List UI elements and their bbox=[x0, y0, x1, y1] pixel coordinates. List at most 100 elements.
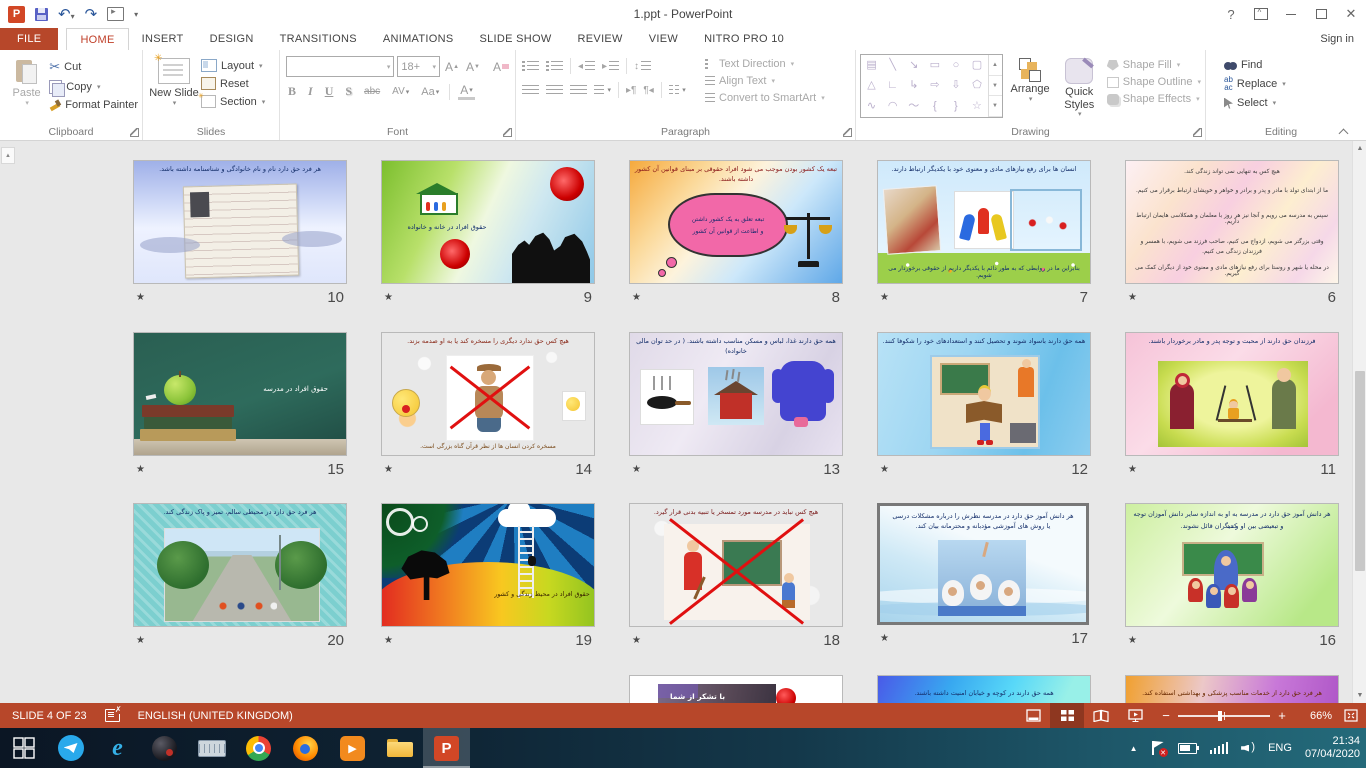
slide-thumbnail-19[interactable]: حقوق افراد در محیط زندگی و کشور bbox=[381, 503, 595, 627]
transition-star-icon[interactable]: ★ bbox=[632, 464, 641, 475]
align-text-button[interactable]: Align Text▾ bbox=[705, 75, 825, 87]
new-slide-button[interactable]: New Slide▾ bbox=[147, 54, 201, 122]
replace-button[interactable]: abacReplace▾ bbox=[1224, 76, 1352, 92]
tab-animations[interactable]: ANIMATIONS bbox=[370, 28, 467, 50]
paste-button[interactable]: Paste▾ bbox=[4, 54, 49, 122]
customize-qat-icon[interactable]: ▾ bbox=[134, 10, 138, 19]
select-button[interactable]: Select▾ bbox=[1224, 97, 1352, 109]
tab-nitro-pro[interactable]: NITRO PRO 10 bbox=[691, 28, 797, 50]
network-signal-icon[interactable] bbox=[1210, 742, 1229, 754]
slide-thumbnail-9[interactable]: حقوق افراد در خانه و خانواده bbox=[381, 160, 595, 284]
left-scroll-arrow[interactable]: ▲ bbox=[1, 147, 15, 164]
taskbar-firefox-icon[interactable] bbox=[282, 728, 329, 768]
section-button[interactable]: Section▾ bbox=[201, 95, 265, 108]
underline-button[interactable]: U bbox=[323, 84, 336, 99]
start-button[interactable] bbox=[0, 728, 47, 768]
action-center-flag-icon[interactable] bbox=[1151, 741, 1165, 755]
tab-file[interactable]: FILE bbox=[0, 28, 58, 50]
slide-thumbnail-6[interactable]: هیچ کس به تنهایی نمی تواند زندگی کند. ما… bbox=[1125, 160, 1339, 284]
taskbar-chrome-icon[interactable] bbox=[235, 728, 282, 768]
slide-thumbnail-18[interactable]: هیچ کس نباید در مدرسه مورد تمسخر یا تنبی… bbox=[629, 503, 843, 627]
layout-button[interactable]: Layout▾ bbox=[201, 59, 265, 72]
zoom-slider[interactable] bbox=[1178, 715, 1270, 717]
clipboard-dialog-launcher-icon[interactable] bbox=[130, 128, 139, 137]
find-button[interactable]: Find bbox=[1224, 59, 1352, 71]
strikethrough-button[interactable]: abc bbox=[362, 86, 382, 97]
shapes-scroll-down-icon[interactable]: ▼ bbox=[989, 76, 1002, 97]
transition-star-icon[interactable]: ★ bbox=[632, 292, 641, 303]
increase-font-size-button[interactable]: A▲ bbox=[443, 60, 461, 74]
taskbar-telegram-icon[interactable] bbox=[47, 728, 94, 768]
right-to-left-icon[interactable]: ¶◂ bbox=[643, 85, 653, 96]
bullets-icon[interactable] bbox=[522, 60, 539, 72]
tab-slide-show[interactable]: SLIDE SHOW bbox=[466, 28, 564, 50]
bold-button[interactable]: B bbox=[286, 84, 298, 99]
convert-to-smartart-button[interactable]: Convert to SmartArt▾ bbox=[705, 92, 825, 104]
transition-star-icon[interactable]: ★ bbox=[384, 464, 393, 475]
increase-indent-icon[interactable]: ▸ bbox=[602, 60, 619, 72]
tab-view[interactable]: VIEW bbox=[636, 28, 691, 50]
text-shadow-button[interactable]: S bbox=[343, 84, 354, 99]
slide-thumbnail-11[interactable]: فرزندان حق دارند از محبت و توجه پدر و ما… bbox=[1125, 332, 1339, 456]
taskbar-file-explorer-icon[interactable] bbox=[376, 728, 423, 768]
tab-review[interactable]: REVIEW bbox=[565, 28, 636, 50]
slide-thumbnail-17[interactable]: هر دانش آموز حق دارد در مدرسه نظرش را در… bbox=[877, 503, 1089, 625]
transition-star-icon[interactable]: ★ bbox=[880, 633, 889, 644]
shapes-gallery[interactable]: ▤╲↘▭○▢ △∟↳⇨⇩⬠ ∿◠～{}☆ ▲ ▼ ▼ bbox=[860, 54, 1003, 118]
tab-design[interactable]: DESIGN bbox=[197, 28, 267, 50]
start-from-beginning-icon[interactable] bbox=[107, 7, 124, 21]
fit-slide-to-window-button[interactable] bbox=[1336, 703, 1366, 728]
transition-star-icon[interactable]: ★ bbox=[632, 635, 641, 646]
slide-thumbnail-12[interactable]: همه حق دارند باسواد شوند و تحصیل کنند و … bbox=[877, 332, 1091, 456]
powerpoint-logo-icon[interactable]: P bbox=[8, 6, 25, 23]
language-indicator[interactable]: ENGLISH (UNITED KINGDOM) bbox=[138, 710, 293, 722]
numbering-icon[interactable] bbox=[546, 60, 563, 72]
transition-star-icon[interactable]: ★ bbox=[384, 635, 393, 646]
spell-check-icon[interactable] bbox=[105, 709, 120, 722]
justify-icon[interactable]: ▾ bbox=[594, 84, 611, 96]
tray-clock[interactable]: 21:34 07/04/2020 bbox=[1305, 735, 1360, 761]
zoom-in-icon[interactable]: + bbox=[1276, 708, 1288, 723]
tray-language-indicator[interactable]: ENG bbox=[1268, 742, 1292, 754]
shape-effects-button[interactable]: Shape Effects▾ bbox=[1107, 93, 1201, 105]
transition-star-icon[interactable]: ★ bbox=[136, 635, 145, 646]
slide-thumbnail-8[interactable]: تبعه یک کشور بودن موجب می شود افراد حقوق… bbox=[629, 160, 843, 284]
slide-thumbnail-16[interactable]: هر دانش آموز حق دارد در مدرسه به او به ا… bbox=[1125, 503, 1339, 627]
align-right-icon[interactable] bbox=[570, 84, 587, 96]
cut-button[interactable]: ✂Cut bbox=[49, 59, 138, 75]
left-to-right-icon[interactable]: ▸¶ bbox=[626, 85, 636, 96]
transition-star-icon[interactable]: ★ bbox=[1128, 292, 1137, 303]
transition-star-icon[interactable]: ★ bbox=[1128, 635, 1137, 646]
sign-in-link[interactable]: Sign in bbox=[1320, 28, 1354, 50]
battery-icon[interactable] bbox=[1178, 743, 1197, 754]
speaker-icon[interactable] bbox=[1241, 742, 1255, 755]
decrease-indent-icon[interactable]: ◂ bbox=[578, 60, 595, 72]
slide-thumbnail-10[interactable]: هر فرد حق دارد نام و نام خانوادگی و شناس… bbox=[133, 160, 347, 284]
vertical-scrollbar[interactable]: ▲ ▼ bbox=[1352, 141, 1366, 703]
character-spacing-button[interactable]: AV▾ bbox=[390, 86, 411, 97]
shapes-scroll-up-icon[interactable]: ▲ bbox=[989, 55, 1002, 76]
drawing-dialog-launcher-icon[interactable] bbox=[1193, 128, 1202, 137]
slide-sorter-view-button[interactable] bbox=[1050, 703, 1084, 728]
tab-transitions[interactable]: TRANSITIONS bbox=[267, 28, 370, 50]
font-dialog-launcher-icon[interactable] bbox=[503, 128, 512, 137]
slide-thumbnail-15[interactable]: حقوق افراد در مدرسه bbox=[133, 332, 347, 456]
scrollbar-up-icon[interactable]: ▲ bbox=[1353, 141, 1366, 156]
arrange-button[interactable]: Arrange▾ bbox=[1009, 54, 1052, 122]
collapse-ribbon-icon[interactable] bbox=[1339, 127, 1348, 136]
shape-outline-button[interactable]: Shape Outline▾ bbox=[1107, 76, 1201, 88]
taskbar-internet-explorer-icon[interactable]: e bbox=[94, 728, 141, 768]
reset-button[interactable]: Reset bbox=[201, 77, 265, 90]
quick-styles-button[interactable]: Quick Styles▾ bbox=[1058, 54, 1101, 122]
transition-star-icon[interactable]: ★ bbox=[136, 292, 145, 303]
change-case-button[interactable]: Aa▾ bbox=[419, 86, 441, 98]
scrollbar-down-icon[interactable]: ▼ bbox=[1353, 688, 1366, 703]
taskbar-media-player-icon[interactable]: ▶ bbox=[329, 728, 376, 768]
transition-star-icon[interactable]: ★ bbox=[1128, 464, 1137, 475]
columns-icon[interactable]: ▾ bbox=[669, 84, 686, 96]
reading-view-button[interactable] bbox=[1084, 703, 1118, 728]
taskbar-on-screen-keyboard-icon[interactable] bbox=[188, 728, 235, 768]
transition-star-icon[interactable]: ★ bbox=[880, 292, 889, 303]
taskbar-browser-sphere-icon[interactable] bbox=[141, 728, 188, 768]
zoom-out-icon[interactable]: − bbox=[1160, 708, 1172, 723]
